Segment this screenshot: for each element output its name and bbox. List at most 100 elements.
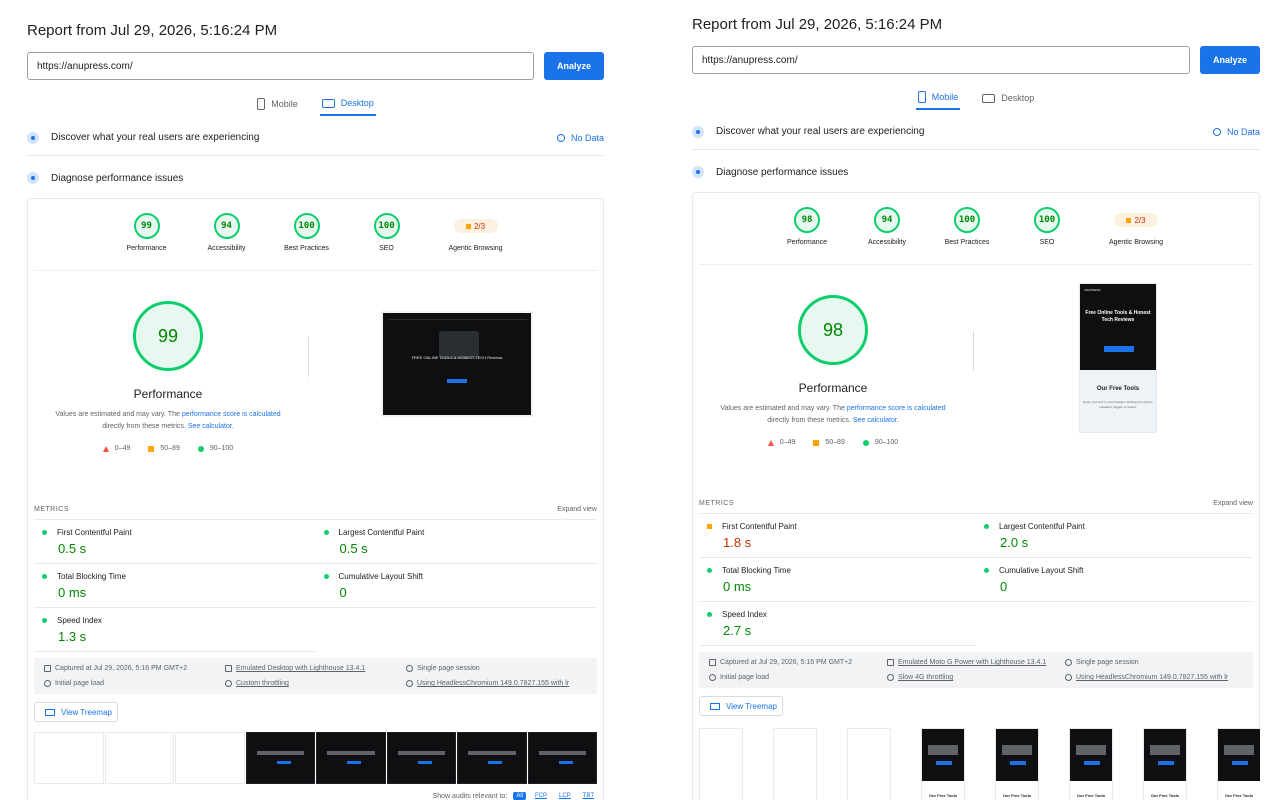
audit-chip-tbt[interactable]: TBT (580, 792, 597, 800)
score-calculated-link[interactable]: performance score is calculated (847, 405, 946, 412)
performance-big-gauge: 99 (133, 301, 203, 371)
env-load: Initial page load (44, 678, 225, 689)
view-treemap-button[interactable]: View Treemap (34, 702, 118, 722)
env-text: Using HeadlessChromium 149.0.7827.155 wi… (1076, 674, 1229, 681)
metric-name: Total Blocking Time (722, 566, 791, 575)
analyze-button[interactable]: Analyze (544, 52, 604, 80)
pass-dot-icon (323, 530, 329, 535)
gauge-label: Agentic Browsing (1108, 239, 1164, 246)
wifi-icon (225, 680, 232, 687)
analyze-button[interactable]: Analyze (1200, 46, 1260, 74)
tab-label: Mobile (271, 99, 298, 109)
env-device[interactable]: Emulated Moto G Power with Lighthouse 13… (887, 657, 1065, 668)
frame-label: Our Free Tools (1076, 793, 1106, 798)
env-browser[interactable]: Using HeadlessChromium 149.0.7827.155 wi… (406, 678, 587, 689)
env-throttling[interactable]: Custom throttling (225, 678, 406, 689)
filmstrip-frame (386, 732, 456, 784)
metric-speed-index: Speed Index 1.3 s (34, 608, 316, 652)
laptop-icon (321, 98, 335, 108)
discover-section[interactable]: Discover what your real users are experi… (27, 120, 604, 156)
url-form: Analyze (692, 46, 1260, 74)
metric-value: 0.5 s (339, 541, 368, 556)
score-calculated-link[interactable]: performance score is calculated (182, 411, 281, 418)
report-title: Report from Jul 29, 2026, 5:16:24 PM (692, 16, 943, 33)
env-text: Initial page load (720, 674, 770, 681)
final-screenshot: ANUPRESS Free Online Tools & Honest Tech… (1079, 283, 1157, 433)
gauge-seo[interactable]: 100 SEO (1021, 207, 1073, 264)
filmstrip: Our Free Tools Our Free Tools Our Free T… (699, 728, 1260, 800)
device-icon (887, 659, 894, 666)
env-text: Using HeadlessChromium 149.0.7827.155 wi… (417, 680, 570, 687)
legend-average: 50–89 (813, 439, 845, 446)
score-legend: 0–49 50–89 90–100 (767, 439, 899, 446)
pass-dot-icon (42, 530, 47, 535)
no-data-status: No Data (556, 133, 604, 143)
gauge-best-practices[interactable]: 100 Best Practices (941, 207, 993, 264)
triangle-icon (102, 445, 109, 452)
lighthouse-icon (27, 172, 39, 184)
env-browser[interactable]: Using HeadlessChromium 149.0.7827.155 wi… (1065, 672, 1243, 683)
see-calculator-link[interactable]: See calculator. (853, 417, 899, 424)
metrics-header: METRICS Expand view (699, 500, 1253, 514)
filmstrip-frame (245, 732, 315, 784)
expand-view-toggle[interactable]: Expand view (557, 506, 597, 519)
screenshot-heading: FREE ONLINE TOOLS & HONEST TECH Reviews (411, 355, 503, 360)
url-input[interactable] (692, 46, 1190, 74)
screenshot-heading: Free Online Tools & Honest Tech Reviews (1085, 310, 1151, 323)
gauge-seo[interactable]: 100 SEO (361, 213, 413, 270)
badge-score: 2/3 (1134, 215, 1146, 225)
gauge-agentic-browsing[interactable]: 2/3 Agentic Browsing (1101, 207, 1171, 264)
view-treemap-button[interactable]: View Treemap (699, 696, 783, 716)
audit-chip-fcp[interactable]: FCP (532, 792, 550, 800)
expand-view-toggle[interactable]: Expand view (1213, 500, 1253, 513)
screenshot-button (1104, 346, 1134, 352)
globe-icon (1065, 674, 1072, 681)
gauge-accessibility[interactable]: 94 Accessibility (861, 207, 913, 264)
gauge-best-practices[interactable]: 100 Best Practices (281, 213, 333, 270)
tab-mobile[interactable]: Mobile (915, 86, 961, 110)
gauge-agentic-browsing[interactable]: 2/3 Agentic Browsing (441, 213, 511, 270)
env-throttling[interactable]: Slow 4G throttling (887, 672, 1065, 683)
legend-fail: 0–49 (767, 439, 796, 446)
tab-desktop[interactable]: Desktop (319, 92, 376, 116)
desc-text: directly from these metrics. (767, 417, 853, 424)
gauge-accessibility[interactable]: 94 Accessibility (201, 213, 253, 270)
gauge-label: Performance (126, 245, 167, 252)
tab-desktop[interactable]: Desktop (980, 86, 1036, 110)
metric-lcp: Largest Contentful Paint 2.0 s (976, 514, 1253, 558)
discover-section[interactable]: Discover what your real users are experi… (692, 114, 1260, 150)
tab-mobile[interactable]: Mobile (255, 92, 300, 116)
screenshot-brand: ANUPRESS (1084, 288, 1101, 292)
globe-icon (406, 680, 413, 687)
env-device[interactable]: Emulated Desktop with Lighthouse 13.4.1 (225, 663, 406, 674)
metric-name: Cumulative Layout Shift (999, 566, 1084, 575)
circle-icon (197, 445, 204, 452)
treemap-label: View Treemap (726, 701, 777, 711)
legend-label: 90–100 (874, 439, 899, 446)
pass-dot-icon (707, 568, 712, 573)
audit-chip-lcp[interactable]: LCP (556, 792, 574, 800)
metric-lcp: Largest Contentful Paint 0.5 s (315, 520, 597, 564)
gauge-performance[interactable]: 98 Performance (781, 207, 833, 264)
performance-summary: 98 Performance Values are estimated and … (693, 283, 1259, 500)
users-icon (27, 131, 39, 144)
audit-chip-all[interactable]: All (513, 792, 526, 800)
screenshot-tools-sub: Every tool runs in your browser. Nothing… (1083, 400, 1153, 409)
legend-label: 0–49 (114, 445, 131, 452)
gauge-performance[interactable]: 99 Performance (121, 213, 173, 270)
device-icon (225, 665, 232, 672)
env-text: Emulated Desktop with Lighthouse 13.4.1 (236, 665, 366, 672)
device-tabs: Mobile Desktop (692, 86, 1260, 110)
filmstrip-frame (34, 732, 104, 784)
url-input[interactable] (27, 52, 534, 80)
see-calculator-link[interactable]: See calculator. (188, 423, 234, 430)
gauge-label: Agentic Browsing (448, 245, 503, 252)
final-screenshot: FREE ONLINE TOOLS & HONEST TECH Reviews (381, 311, 533, 417)
env-text: Custom throttling (236, 680, 289, 687)
laptop-icon (982, 93, 996, 103)
metric-value: 0 (1000, 579, 1008, 594)
filmstrip-frame: Our Free Tools (995, 728, 1039, 800)
average-square-icon (707, 524, 712, 529)
legend-label: 0–49 (779, 439, 796, 446)
performance-score-block: 98 Performance Values are estimated and … (693, 295, 973, 500)
